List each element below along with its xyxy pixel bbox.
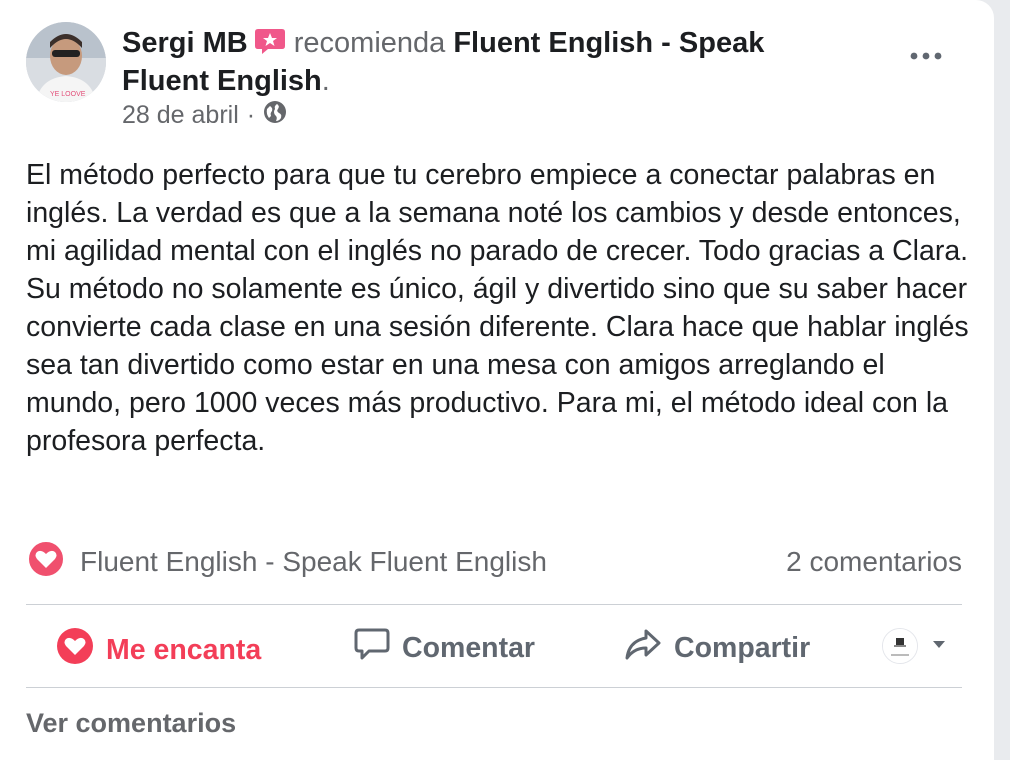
author-avatar[interactable]: YE LOOVE xyxy=(26,22,106,102)
share-button[interactable]: Compartir xyxy=(624,627,810,669)
meta-separator: · xyxy=(246,101,256,129)
page-avatar-icon xyxy=(882,628,918,664)
post-meta: 28 de abril · xyxy=(122,100,287,131)
action-bar: Me encanta Comentar Compartir xyxy=(26,610,962,682)
comment-label: Comentar xyxy=(402,631,536,664)
comment-button[interactable]: Comentar xyxy=(354,627,535,669)
comment-icon xyxy=(354,627,390,669)
svg-text:YE LOOVE: YE LOOVE xyxy=(50,91,86,98)
chevron-down-icon xyxy=(932,637,946,655)
reaction-identity-selector[interactable] xyxy=(882,628,946,664)
author-name[interactable]: Sergi MB xyxy=(122,27,248,59)
post-body-text: El método perfecto para que tu cerebro e… xyxy=(26,159,969,457)
heart-icon xyxy=(56,627,94,673)
post-card: YE LOOVE Sergi MB recomienda Fluent Engl… xyxy=(0,0,994,760)
reactor-name[interactable]: Fluent English - Speak Fluent English xyxy=(80,546,547,578)
post-header: Sergi MB recomienda Fluent English - Spe… xyxy=(122,24,842,100)
globe-icon[interactable] xyxy=(263,100,287,131)
recommendation-icon xyxy=(254,27,286,55)
divider-top xyxy=(26,604,962,605)
more-options-icon[interactable] xyxy=(906,46,946,66)
love-label: Me encanta xyxy=(106,633,262,666)
divider-bottom xyxy=(26,687,962,688)
comments-count[interactable]: 2 comentarios xyxy=(786,546,962,578)
love-reaction-icon[interactable] xyxy=(26,539,66,586)
share-label: Compartir xyxy=(674,631,811,664)
post-date[interactable]: 28 de abril xyxy=(122,101,239,130)
view-comments-link[interactable]: Ver comentarios xyxy=(26,708,236,739)
share-icon xyxy=(624,627,662,669)
love-button[interactable]: Me encanta xyxy=(56,627,261,673)
post-summary: Fluent English - Speak Fluent English 2 … xyxy=(26,539,962,586)
header-period: . xyxy=(321,65,330,97)
recommend-verb: recomienda xyxy=(293,27,446,59)
